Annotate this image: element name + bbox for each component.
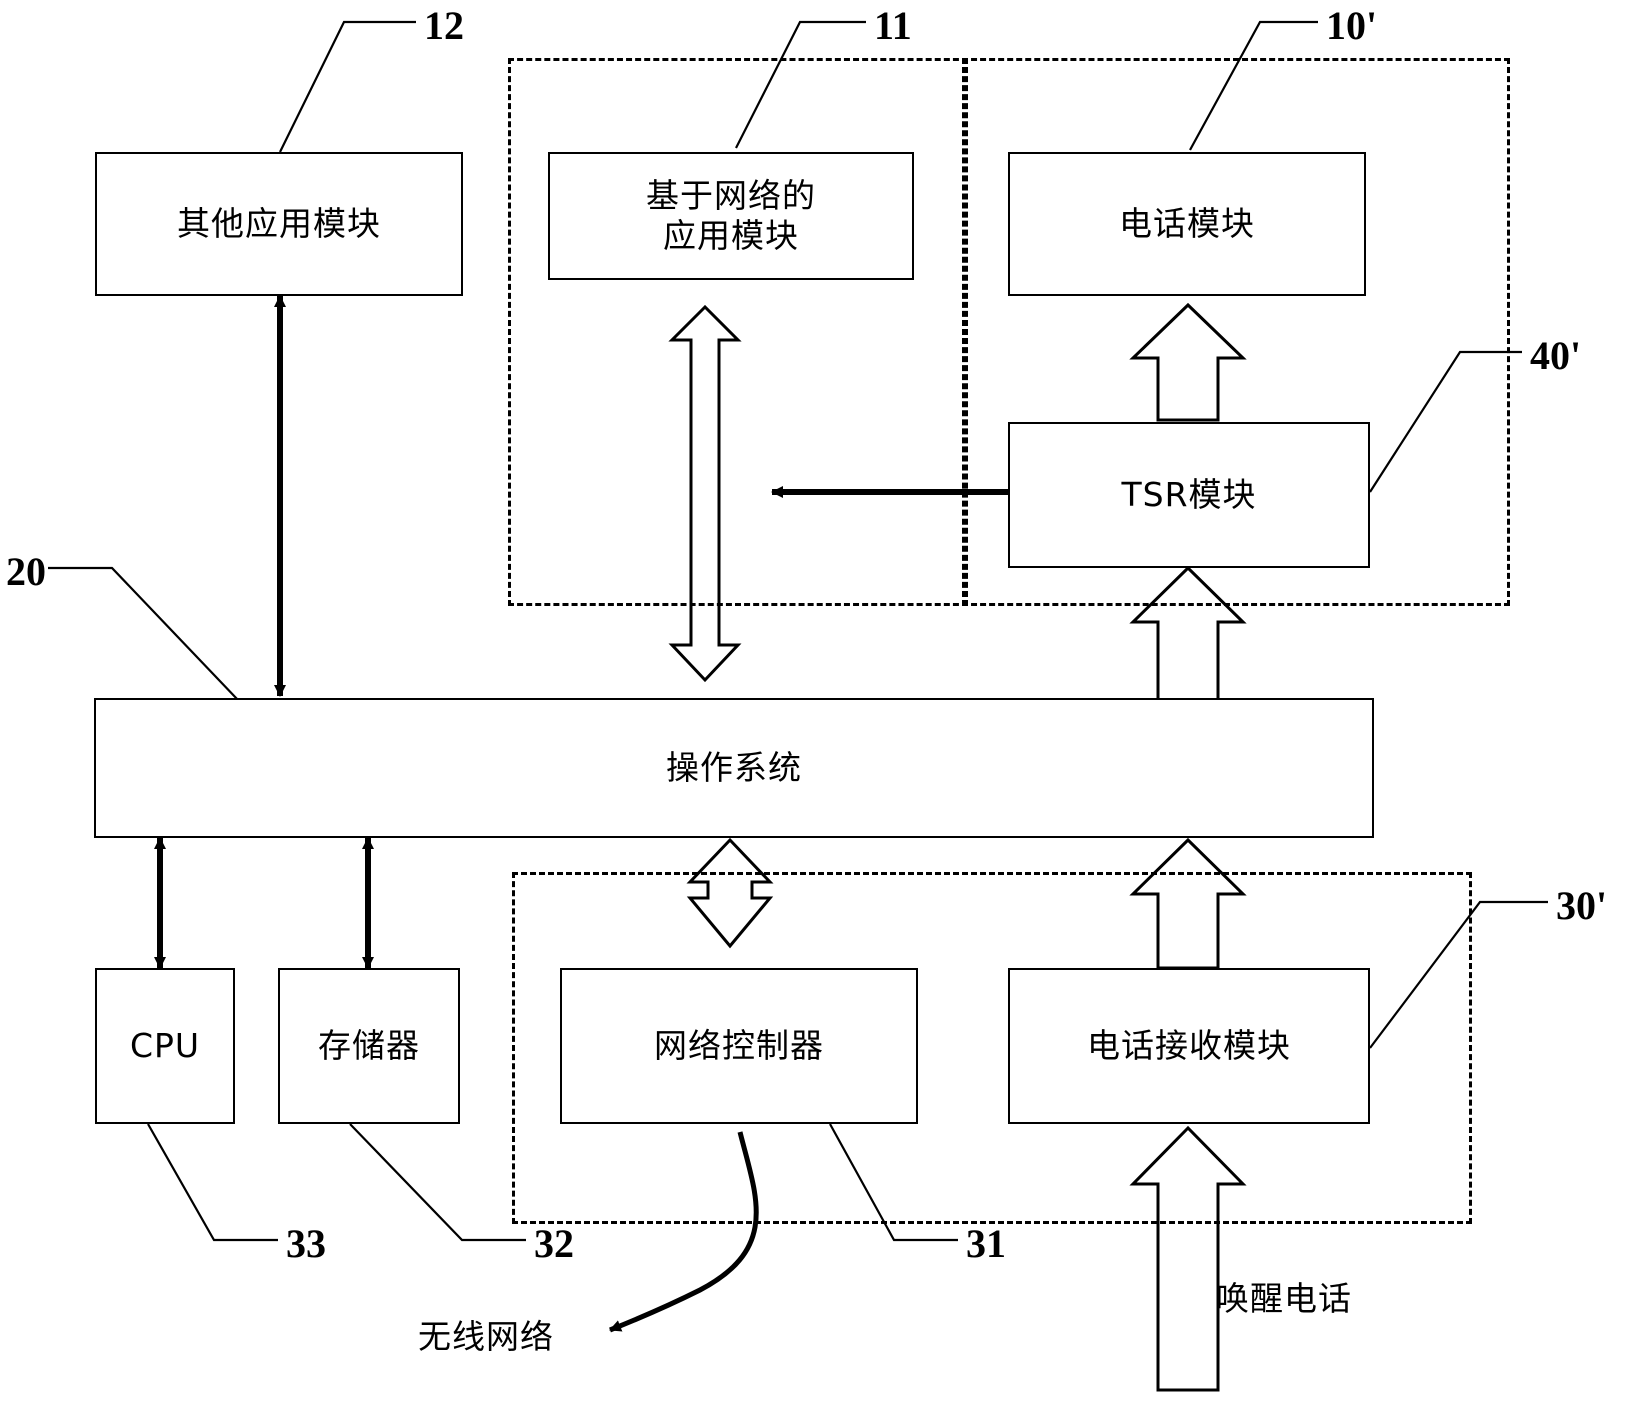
block-memory-label: 存储器 bbox=[318, 1025, 420, 1065]
reference-numeral-31: 31 bbox=[966, 1221, 1006, 1266]
reference-numeral-20: 20 bbox=[6, 549, 46, 594]
reference-numeral-33: 33 bbox=[286, 1221, 326, 1266]
block-other-app-module-label: 其他应用模块 bbox=[177, 203, 381, 243]
reference-numeral-11: 11 bbox=[874, 3, 912, 48]
block-telephone-receiving-module-label: 电话接收模块 bbox=[1087, 1025, 1291, 1065]
block-memory[interactable]: 存储器 bbox=[278, 968, 460, 1124]
annotation-wakeup-call: 唤醒电话 bbox=[1216, 1279, 1352, 1318]
block-telephone-module[interactable]: 电话模块 bbox=[1008, 152, 1366, 296]
block-network-controller-label: 网络控制器 bbox=[654, 1025, 824, 1065]
block-tsr-module[interactable]: TSR模块 bbox=[1008, 422, 1370, 568]
block-telephone-module-label: 电话模块 bbox=[1119, 203, 1255, 243]
block-other-app-module[interactable]: 其他应用模块 bbox=[95, 152, 463, 296]
block-network-based-app-module[interactable]: 基于网络的 应用模块 bbox=[548, 152, 914, 280]
reference-numeral-30-prime: 30' bbox=[1556, 883, 1608, 928]
block-network-based-app-module-label: 基于网络的 应用模块 bbox=[646, 175, 816, 255]
dashed-region-network-app bbox=[508, 58, 968, 606]
block-cpu[interactable]: CPU bbox=[95, 968, 235, 1124]
block-operating-system-label: 操作系统 bbox=[666, 747, 802, 787]
reference-numeral-12: 12 bbox=[424, 3, 464, 48]
reference-numeral-32: 32 bbox=[534, 1221, 574, 1266]
block-telephone-receiving-module[interactable]: 电话接收模块 bbox=[1008, 968, 1370, 1124]
block-tsr-module-label: TSR模块 bbox=[1121, 474, 1257, 514]
block-cpu-label: CPU bbox=[129, 1025, 201, 1065]
block-network-controller[interactable]: 网络控制器 bbox=[560, 968, 918, 1124]
block-operating-system[interactable]: 操作系统 bbox=[94, 698, 1374, 838]
reference-numeral-10-prime: 10' bbox=[1326, 3, 1378, 48]
figure-canvas: 其他应用模块 基于网络的 应用模块 电话模块 TSR模块 操作系统 CPU 存储… bbox=[0, 0, 1650, 1407]
annotation-wireless-network: 无线网络 bbox=[418, 1317, 554, 1356]
reference-numeral-40-prime: 40' bbox=[1530, 333, 1582, 378]
